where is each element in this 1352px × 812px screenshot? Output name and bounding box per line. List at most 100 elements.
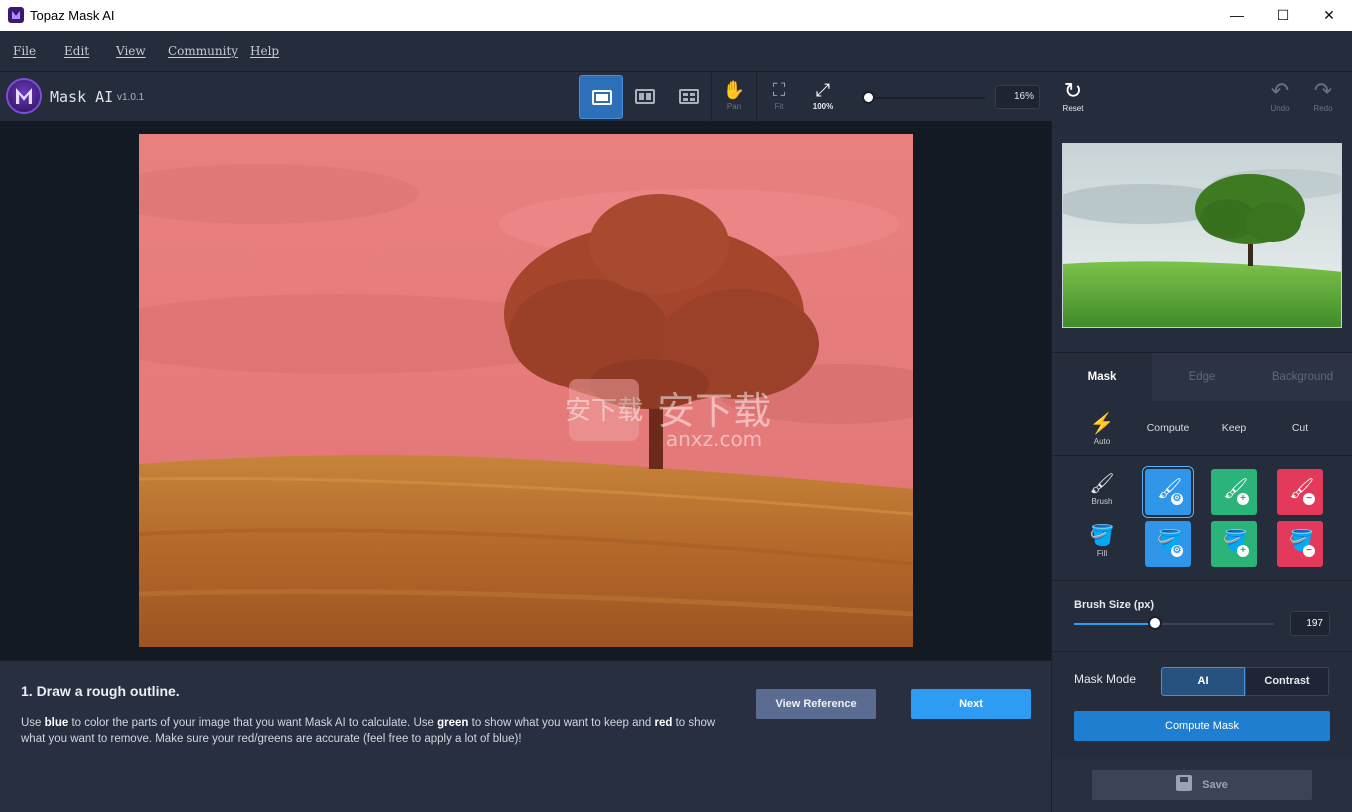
menu-edit[interactable]: Edit <box>64 44 89 58</box>
lightning-icon: ⚡ <box>1089 413 1115 435</box>
reset-button[interactable]: ↻ Reset <box>1055 78 1091 118</box>
fit-button[interactable]: ⛶ Fit <box>761 78 797 118</box>
watermark-subtext: anxz.com <box>666 427 762 451</box>
fill-tool: 🪣 Fill <box>1082 523 1122 558</box>
zoom-value-field[interactable]: 16% <box>995 85 1040 109</box>
mask-mode-contrast-button[interactable]: Contrast <box>1245 667 1329 696</box>
undo-button[interactable]: ↶ Undo <box>1262 78 1298 118</box>
instructions-panel: 1. Draw a rough outline. Use blue to col… <box>0 660 1051 812</box>
zoom-slider-handle[interactable] <box>862 91 875 104</box>
navigator-preview-image <box>1063 144 1341 327</box>
column-cut: Cut <box>1291 422 1309 434</box>
menu-help[interactable]: Help <box>250 44 279 58</box>
toolbar-divider <box>711 72 712 122</box>
tab-background[interactable]: Background <box>1252 353 1352 401</box>
mask-mode-label: Mask Mode <box>1074 672 1137 686</box>
masked-photo[interactable]: 安下载 安下载 anxz.com <box>139 134 913 647</box>
divider <box>1052 580 1352 581</box>
watermark-logo-text: 安下载 <box>565 396 643 426</box>
image-canvas[interactable]: 安下载 安下载 anxz.com <box>0 121 1051 660</box>
compute-mask-button[interactable]: Compute Mask <box>1074 711 1330 741</box>
app-name: Mask AI <box>50 88 114 106</box>
instructions-text-2: to color the parts of your image that yo… <box>68 717 438 729</box>
instructions-text-3: to show what you want to keep and <box>468 717 655 729</box>
column-compute: Compute <box>1146 422 1190 434</box>
expand-icon: ⤢ <box>815 80 831 100</box>
reset-icon: ↻ <box>1063 78 1083 103</box>
next-button[interactable]: Next <box>911 689 1031 719</box>
brush-size-label: Brush Size (px) <box>1074 599 1155 611</box>
divider <box>1052 455 1352 456</box>
cut-fill-button[interactable]: 🪣 − <box>1277 521 1323 567</box>
brush-label: Brush <box>1091 497 1113 506</box>
view-reference-button[interactable]: View Reference <box>756 689 876 719</box>
fit-label: Fit <box>774 102 784 111</box>
zoom-100-button[interactable]: ⤢ 100% <box>805 78 841 118</box>
keep-fill-button[interactable]: 🪣 + <box>1211 521 1257 567</box>
floppy-disk-icon <box>1176 775 1193 791</box>
menu-file[interactable]: File <box>13 44 36 58</box>
reset-label: Reset <box>1062 104 1084 113</box>
gear-icon: ⚙ <box>1171 545 1183 557</box>
mask-ai-logo <box>6 78 42 114</box>
tab-edge[interactable]: Edge <box>1152 353 1252 401</box>
tab-mask[interactable]: Mask <box>1052 353 1152 401</box>
side-by-side-view-icon <box>679 89 699 104</box>
auto-button[interactable]: ⚡ Auto <box>1082 411 1122 446</box>
brush-icon: 🖌 <box>1089 473 1115 495</box>
undo-icon: ↶ <box>1270 78 1290 103</box>
minus-icon: − <box>1303 493 1315 505</box>
app-version: v1.0.1 <box>117 92 145 103</box>
split-view-icon <box>635 89 655 104</box>
brush-tool: 🖌 Brush <box>1082 471 1122 506</box>
title-bar: Topaz Mask AI — ☐ ✕ <box>0 0 1352 31</box>
window-title: Topaz Mask AI <box>30 8 115 23</box>
plus-icon: + <box>1237 493 1249 505</box>
column-keep: Keep <box>1221 422 1247 434</box>
auto-label: Auto <box>1093 437 1111 446</box>
watermark: 安下载 安下载 anxz.com <box>565 379 771 451</box>
save-button[interactable]: Save <box>1092 770 1312 800</box>
compute-brush-button[interactable]: 🖌 ⚙ <box>1145 469 1191 515</box>
navigator-preview[interactable] <box>1062 143 1342 328</box>
toolbar: Mask AI v1.0.1 ✋ Pan ⛶ Fit ⤢ 100% 16% ↻ … <box>0 71 1352 122</box>
app-icon <box>8 7 24 23</box>
zoom-slider-track[interactable] <box>875 97 985 99</box>
side-by-side-view-button[interactable] <box>667 75 711 119</box>
instructions-red: red <box>654 717 673 729</box>
single-view-button[interactable] <box>579 75 623 119</box>
redo-button[interactable]: ↷ Redo <box>1305 78 1341 118</box>
instructions-text-1: Use <box>21 717 45 729</box>
menu-community[interactable]: Community <box>168 44 238 58</box>
toolbar-divider <box>756 72 757 122</box>
keep-brush-button[interactable]: 🖌 + <box>1211 469 1257 515</box>
gear-icon: ⚙ <box>1171 493 1183 505</box>
undo-label: Undo <box>1270 104 1290 113</box>
right-sidebar: Mask Edge Background ⚡ Auto Compute Keep… <box>1051 121 1352 812</box>
paint-bucket-icon: 🪣 <box>1089 525 1115 547</box>
menu-view[interactable]: View <box>116 44 146 58</box>
fit-icon: ⛶ <box>772 80 786 100</box>
mask-mode-ai-button[interactable]: AI <box>1161 667 1245 696</box>
hand-icon: ✋ <box>722 80 746 100</box>
cut-brush-button[interactable]: 🖌 − <box>1277 469 1323 515</box>
fill-label: Fill <box>1096 549 1108 558</box>
save-area: Save <box>1052 759 1352 812</box>
instructions-green: green <box>437 717 469 729</box>
instructions-title: 1. Draw a rough outline. <box>21 683 180 699</box>
masked-photo-image: 安下载 安下载 anxz.com <box>139 134 913 647</box>
brush-size-slider-handle[interactable] <box>1148 616 1162 630</box>
minus-icon: − <box>1303 545 1315 557</box>
maximize-button[interactable]: ☐ <box>1260 0 1306 31</box>
compute-fill-button[interactable]: 🪣 ⚙ <box>1145 521 1191 567</box>
minimize-button[interactable]: — <box>1214 0 1260 31</box>
instructions-blue: blue <box>44 717 69 729</box>
plus-icon: + <box>1237 545 1249 557</box>
pan-label: Pan <box>726 102 742 111</box>
panel-tabs: Mask Edge Background <box>1052 352 1352 401</box>
pan-button[interactable]: ✋ Pan <box>716 78 752 118</box>
close-button[interactable]: ✕ <box>1306 0 1352 31</box>
split-view-button[interactable] <box>623 75 667 119</box>
brush-size-field[interactable]: 197 <box>1290 611 1330 636</box>
redo-label: Redo <box>1313 104 1333 113</box>
